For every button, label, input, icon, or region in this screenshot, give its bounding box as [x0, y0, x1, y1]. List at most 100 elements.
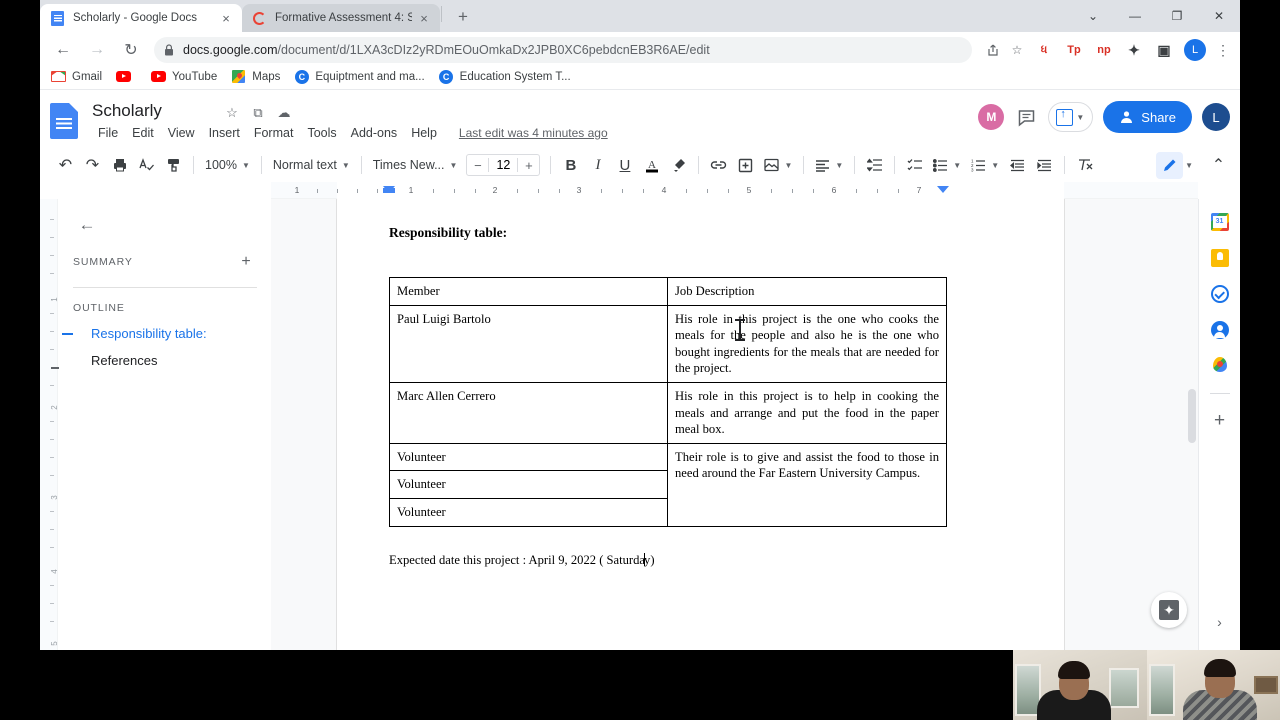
- google-tasks-icon[interactable]: [1209, 283, 1231, 305]
- document-canvas[interactable]: Responsibility table: Member Job Descrip…: [271, 199, 1198, 650]
- font-size-stepper[interactable]: − 12 +: [466, 154, 541, 176]
- bookmark-maps[interactable]: Maps: [224, 66, 287, 88]
- forward-icon[interactable]: →: [83, 36, 111, 64]
- puzzle-extension-icon[interactable]: ✦: [1122, 38, 1146, 62]
- cell-volunteer-2[interactable]: Volunteer: [389, 470, 668, 500]
- print-icon[interactable]: [106, 152, 133, 179]
- hide-menus-icon[interactable]: ⌃: [1205, 152, 1232, 179]
- menu-tools[interactable]: Tools: [301, 124, 342, 142]
- cell-member-paul[interactable]: Paul Luigi Bartolo: [389, 304, 668, 384]
- chevron-down-icon[interactable]: ▼: [1076, 113, 1084, 122]
- table-header-job[interactable]: Job Description: [667, 277, 947, 306]
- numbered-list-dropdown[interactable]: 123 ▼: [966, 152, 1004, 179]
- editing-mode-icon[interactable]: [1156, 151, 1184, 179]
- tab-formative-assessment[interactable]: Formative Assessment 4: School ×: [242, 4, 440, 32]
- checklist-icon[interactable]: [901, 152, 928, 179]
- menu-format[interactable]: Format: [248, 124, 300, 142]
- font-dropdown[interactable]: Times New... ▼: [368, 152, 463, 179]
- cell-member-marc[interactable]: Marc Allen Cerrero: [389, 382, 668, 444]
- cell-job-marc[interactable]: His role in this project is to help in c…: [667, 382, 947, 444]
- add-comment-icon[interactable]: [732, 152, 759, 179]
- menu-insert[interactable]: Insert: [203, 124, 246, 142]
- menu-addons[interactable]: Add-ons: [345, 124, 404, 142]
- clear-formatting-icon[interactable]: [1071, 152, 1098, 179]
- bookmark-star-icon[interactable]: ☆: [1006, 39, 1028, 61]
- cloud-saved-icon[interactable]: ☁: [275, 104, 293, 122]
- cell-volunteer-3[interactable]: Volunteer: [389, 498, 668, 527]
- minimize-button[interactable]: —: [1114, 0, 1156, 32]
- close-icon[interactable]: ×: [218, 10, 234, 26]
- tab-scholarly[interactable]: Scholarly - Google Docs ×: [40, 4, 242, 32]
- menu-help[interactable]: Help: [405, 124, 443, 142]
- horizontal-ruler[interactable]: 1 1 2 3 4 5 6 7: [271, 182, 1198, 199]
- present-button[interactable]: ▼: [1048, 102, 1094, 132]
- bold-button[interactable]: B: [557, 152, 584, 179]
- undo-icon[interactable]: ↶: [52, 152, 79, 179]
- outline-item-responsibility-table[interactable]: Responsibility table:: [62, 320, 257, 347]
- insert-link-icon[interactable]: [705, 152, 732, 179]
- bookmark-gmail[interactable]: Gmail: [44, 66, 109, 88]
- menu-view[interactable]: View: [162, 124, 201, 142]
- back-icon[interactable]: ←: [49, 36, 77, 64]
- grammar-extension-icon[interactable]: ધ: [1032, 38, 1056, 62]
- google-contacts-icon[interactable]: [1209, 319, 1231, 341]
- np-extension-icon[interactable]: np: [1092, 38, 1116, 62]
- text-color-button[interactable]: A: [638, 152, 665, 179]
- move-to-folder-icon[interactable]: ⧉: [249, 104, 267, 122]
- bookmark-youtube-icon-only[interactable]: [109, 66, 144, 88]
- underline-button[interactable]: U: [611, 152, 638, 179]
- new-tab-button[interactable]: +: [449, 3, 477, 31]
- table-header-member[interactable]: Member: [389, 277, 668, 306]
- increase-indent-icon[interactable]: [1031, 152, 1058, 179]
- explore-button[interactable]: ✦: [1151, 592, 1187, 628]
- spellcheck-icon[interactable]: [133, 152, 160, 179]
- italic-button[interactable]: I: [584, 152, 611, 179]
- redo-icon[interactable]: ↷: [79, 152, 106, 179]
- google-calendar-icon[interactable]: [1209, 211, 1231, 233]
- cell-volunteer-1[interactable]: Volunteer: [389, 442, 668, 472]
- maximize-button[interactable]: ❐: [1156, 0, 1198, 32]
- highlight-color-button[interactable]: [665, 152, 692, 179]
- chrome-menu-icon[interactable]: ⋮: [1212, 42, 1234, 59]
- document-title[interactable]: Scholarly: [92, 101, 162, 121]
- font-size-decrease[interactable]: −: [467, 158, 488, 173]
- align-dropdown[interactable]: ▼: [810, 152, 848, 179]
- star-icon[interactable]: ☆: [223, 104, 241, 122]
- paragraph-style-dropdown[interactable]: Normal text ▼: [268, 152, 355, 179]
- bookmark-equiptment[interactable]: C Equiptment and ma...: [287, 66, 431, 88]
- webcam-feed-right[interactable]: [1146, 650, 1280, 720]
- document-heading[interactable]: Responsibility table:: [389, 225, 1012, 241]
- reload-icon[interactable]: ↻: [117, 36, 145, 64]
- close-window-button[interactable]: ✕: [1198, 0, 1240, 32]
- chevron-down-icon[interactable]: ▼: [1185, 161, 1193, 170]
- collapse-outline-button[interactable]: ←: [73, 211, 101, 239]
- line-spacing-icon[interactable]: [861, 152, 888, 179]
- menu-edit[interactable]: Edit: [126, 124, 160, 142]
- add-summary-button[interactable]: +: [235, 253, 257, 271]
- collaborator-avatar[interactable]: M: [978, 104, 1005, 130]
- share-button[interactable]: Share: [1103, 101, 1192, 133]
- right-indent-marker[interactable]: [937, 186, 949, 193]
- google-keep-icon[interactable]: [1209, 247, 1231, 269]
- responsibility-table[interactable]: Member Job Description Paul Luigi Bartol…: [389, 277, 947, 527]
- expected-date-paragraph[interactable]: Expected date this project : April 9, 20…: [389, 552, 1012, 568]
- cell-job-paul[interactable]: His role in this project is the one who …: [667, 304, 947, 384]
- font-size-increase[interactable]: +: [518, 158, 539, 173]
- user-avatar[interactable]: L: [1202, 103, 1230, 131]
- menu-file[interactable]: File: [92, 124, 124, 142]
- tp-extension-icon[interactable]: Tp: [1062, 38, 1086, 62]
- sidepanel-toggle-icon[interactable]: ▣: [1152, 38, 1176, 62]
- cell-job-volunteers[interactable]: Their role is to give and assist the foo…: [667, 442, 947, 527]
- left-indent-marker[interactable]: [383, 186, 395, 193]
- last-edit-status[interactable]: Last edit was 4 minutes ago: [459, 126, 608, 140]
- share-icon[interactable]: [982, 39, 1004, 61]
- bulleted-list-dropdown[interactable]: ▼: [928, 152, 966, 179]
- address-bar[interactable]: docs.google.com/document/d/1LXA3cDIz2yRD…: [154, 37, 972, 63]
- decrease-indent-icon[interactable]: [1004, 152, 1031, 179]
- profile-avatar[interactable]: L: [1184, 39, 1206, 61]
- font-size-value[interactable]: 12: [488, 158, 519, 172]
- paint-format-icon[interactable]: [160, 152, 187, 179]
- close-icon[interactable]: ×: [416, 10, 432, 26]
- expand-sidebar-chevron-icon[interactable]: ›: [1217, 614, 1222, 630]
- chevron-down-icon[interactable]: ⌄: [1072, 0, 1114, 32]
